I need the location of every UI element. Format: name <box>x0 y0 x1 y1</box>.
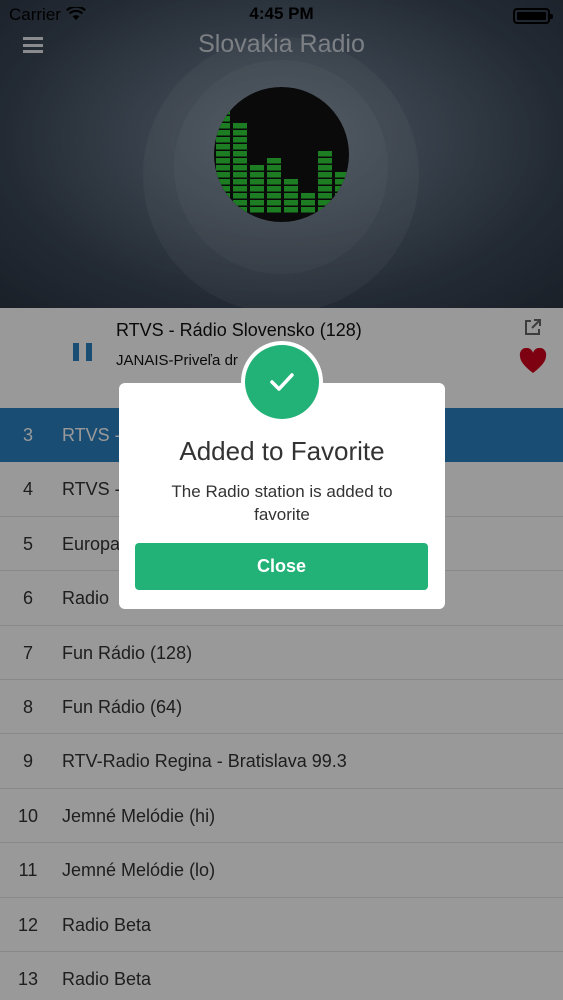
check-icon <box>270 373 294 391</box>
dialog-title: Added to Favorite <box>179 436 385 466</box>
close-button[interactable]: Close <box>135 543 428 590</box>
success-badge <box>241 341 323 423</box>
dialog-message: The Radio station is added to favorite <box>171 482 393 524</box>
